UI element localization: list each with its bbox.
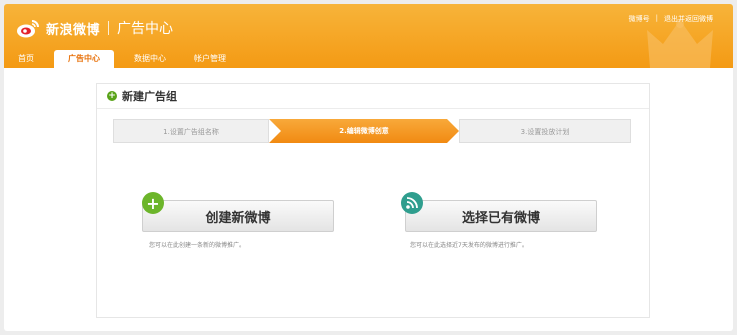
header: 新浪微博 广告中心 微博号 | 退出并返回微博 首页 广告中心 数据中心 帐户管… [4,4,733,68]
weibo-account-link[interactable]: 微博号 [629,14,650,24]
step-progress: 1.设置广告组名称 3.设置投放计划 2.编辑微博创意 [113,119,631,143]
main-content: + 新建广告组 1.设置广告组名称 3.设置投放计划 2.编辑微博创意 创建新微… [4,68,733,331]
logo-divider [108,21,110,35]
brand-name: 新浪微博 [46,22,101,38]
create-new-weibo-button[interactable]: 创建新微博 [142,200,334,232]
main-nav: 首页 广告中心 数据中心 帐户管理 [4,50,240,68]
new-ad-group-panel: + 新建广告组 1.设置广告组名称 3.设置投放计划 2.编辑微博创意 创建新微… [96,83,650,318]
top-links-separator: | [655,14,658,22]
nav-account[interactable]: 帐户管理 [180,50,240,68]
select-existing-weibo-button[interactable]: 选择已有微博 [405,200,597,232]
weibo-logo-icon [16,17,40,39]
step-2-active: 2.编辑微博创意 [269,119,459,143]
signal-icon [401,192,423,214]
step-3: 3.设置投放计划 [459,119,631,143]
select-existing-weibo-hint: 您可以在此选择近7天发布的微博进行推广。 [410,242,528,249]
step-2-label: 2.编辑微博创意 [339,127,389,135]
top-links: 微博号 | 退出并返回微博 [629,14,713,24]
nav-data-center[interactable]: 数据中心 [120,50,180,68]
logo[interactable]: 新浪微博 广告中心 [16,17,173,39]
create-new-weibo-hint: 您可以在此创建一条新的微博推广。 [149,242,246,249]
crown-icon [647,20,713,68]
nav-ad-center[interactable]: 广告中心 [54,50,114,68]
logout-link[interactable]: 退出并返回微博 [664,14,713,24]
plus-icon: + [107,91,117,101]
step-1: 1.设置广告组名称 [113,119,269,143]
panel-title: 新建广告组 [122,90,177,103]
panel-header: + 新建广告组 [97,84,649,109]
site-subtitle: 广告中心 [117,21,174,37]
nav-home[interactable]: 首页 [4,50,48,68]
plus-icon: + [142,192,164,214]
